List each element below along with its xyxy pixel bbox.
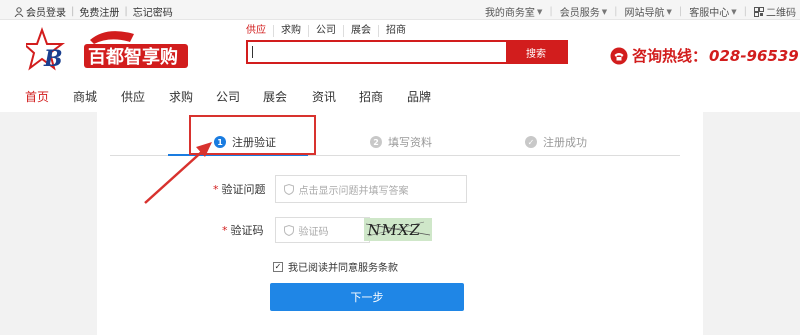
separator: |: [549, 6, 553, 17]
chevron-down-icon: ▼: [731, 7, 737, 16]
forgot-password-link[interactable]: 忘记密码: [133, 4, 173, 19]
captcha-image[interactable]: NMXZ: [364, 218, 432, 241]
chevron-down-icon: ▼: [601, 7, 608, 16]
nav-mall[interactable]: 商城: [73, 88, 97, 105]
member-service-link[interactable]: 会员服务 ▼: [559, 4, 608, 20]
search-tab-supply[interactable]: 供应: [246, 25, 274, 37]
code-label: 验证码: [230, 224, 264, 237]
my-office-link[interactable]: 我的商务室 ▼: [484, 4, 543, 20]
question-label: 验证问题: [221, 183, 266, 196]
site-logo[interactable]: B 百都智享购: [21, 24, 196, 80]
nav-brand[interactable]: 品牌: [407, 88, 431, 105]
captcha-text: NMXZ: [366, 221, 422, 239]
next-step-button[interactable]: 下一步: [270, 283, 464, 311]
code-row: * 验证码 验证码: [222, 217, 370, 243]
register-link[interactable]: 免费注册: [79, 4, 119, 19]
chevron-down-icon: ▼: [536, 7, 543, 16]
login-link[interactable]: 会员登录: [26, 4, 66, 19]
logo-text: 百都智享购: [88, 46, 178, 68]
check-icon: ✓: [525, 136, 537, 148]
search-tab-exhibition[interactable]: 展会: [344, 25, 379, 37]
question-field[interactable]: 点击显示问题并填写答案: [274, 175, 467, 203]
main-nav: 首页 商城 供应 求购 公司 展会 资讯 招商 品牌: [0, 86, 800, 108]
shield-icon: [283, 183, 294, 195]
logo-graphic: B 百都智享购: [21, 27, 188, 72]
qrcode-icon: [754, 6, 764, 17]
phone-icon: [610, 47, 628, 64]
search-tab-investment[interactable]: 招商: [379, 25, 413, 37]
qrcode-link[interactable]: 二维码: [754, 4, 796, 19]
hotline-label: 咨询热线：: [632, 47, 708, 65]
code-placeholder: 验证码: [298, 226, 329, 238]
question-row: * 验证问题 点击显示问题并填写答案: [213, 175, 467, 203]
separator: |: [124, 6, 128, 17]
separator: |: [743, 6, 747, 17]
step-label: 注册成功: [543, 136, 587, 149]
nav-investment[interactable]: 招商: [359, 88, 383, 105]
search-tab-purchase[interactable]: 求购: [274, 25, 309, 37]
required-marker: *: [222, 223, 228, 237]
member-service-label: 会员服务: [559, 8, 600, 19]
top-bar: 会员登录 | 免费注册 | 忘记密码 我的商务室 ▼ | 会员服务 ▼ | 网站导航…: [0, 0, 800, 20]
shield-icon: [283, 224, 294, 236]
text-cursor: [252, 46, 253, 58]
captcha-graphic: NMXZ: [365, 221, 431, 239]
required-marker: *: [213, 182, 219, 196]
step-number-icon: 2: [370, 136, 382, 148]
site-nav-label: 网站导航: [624, 8, 665, 19]
nav-news[interactable]: 资讯: [312, 88, 336, 105]
search-button[interactable]: 搜索: [506, 42, 566, 62]
separator: |: [614, 6, 618, 17]
nav-supply[interactable]: 供应: [121, 88, 145, 105]
question-placeholder: 点击显示问题并填写答案: [298, 185, 409, 197]
separator: |: [678, 6, 683, 17]
nav-exhibition[interactable]: 展会: [263, 88, 287, 105]
top-bar-right: 我的商务室 ▼ | 会员服务 ▼ | 网站导航 ▼ | 客服中心 ▼ | 二维码: [485, 4, 796, 19]
step-fill-info: 2 填写资料: [370, 128, 432, 156]
step-success: ✓ 注册成功: [525, 128, 587, 156]
my-office-label: 我的商务室: [484, 8, 535, 19]
hotline-number: 028-96539: [709, 46, 799, 65]
chevron-down-icon: ▼: [666, 7, 672, 16]
nav-purchase[interactable]: 求购: [169, 88, 193, 105]
qrcode-label: 二维码: [766, 8, 796, 19]
agree-label: 我已阅读并同意服务条款: [288, 263, 398, 274]
nav-home[interactable]: 首页: [25, 88, 49, 105]
service-center-label: 客服中心: [689, 8, 730, 19]
user-icon: [14, 6, 24, 17]
agree-terms[interactable]: ✓ 我已阅读并同意服务条款: [273, 259, 398, 274]
hotline: 咨询热线： 028-96539: [610, 45, 799, 66]
separator: |: [71, 6, 75, 17]
service-center-link[interactable]: 客服中心 ▼: [689, 4, 737, 20]
step-label: 填写资料: [388, 136, 432, 149]
code-field[interactable]: 验证码: [274, 217, 370, 243]
site-nav-link[interactable]: 网站导航 ▼: [624, 4, 672, 20]
search-tab-company[interactable]: 公司: [309, 25, 344, 37]
annotation-highlight-box: [189, 115, 316, 155]
search-input[interactable]: [248, 42, 506, 62]
top-bar-left: 会员登录 | 免费注册 | 忘记密码: [14, 4, 173, 19]
agree-checkbox[interactable]: ✓: [273, 261, 283, 272]
logo-mark: B: [43, 46, 63, 72]
nav-company[interactable]: 公司: [216, 88, 240, 105]
search-tabs: 供应 求购 公司 展会 招商: [246, 25, 413, 37]
search-box: 搜索: [246, 40, 568, 64]
